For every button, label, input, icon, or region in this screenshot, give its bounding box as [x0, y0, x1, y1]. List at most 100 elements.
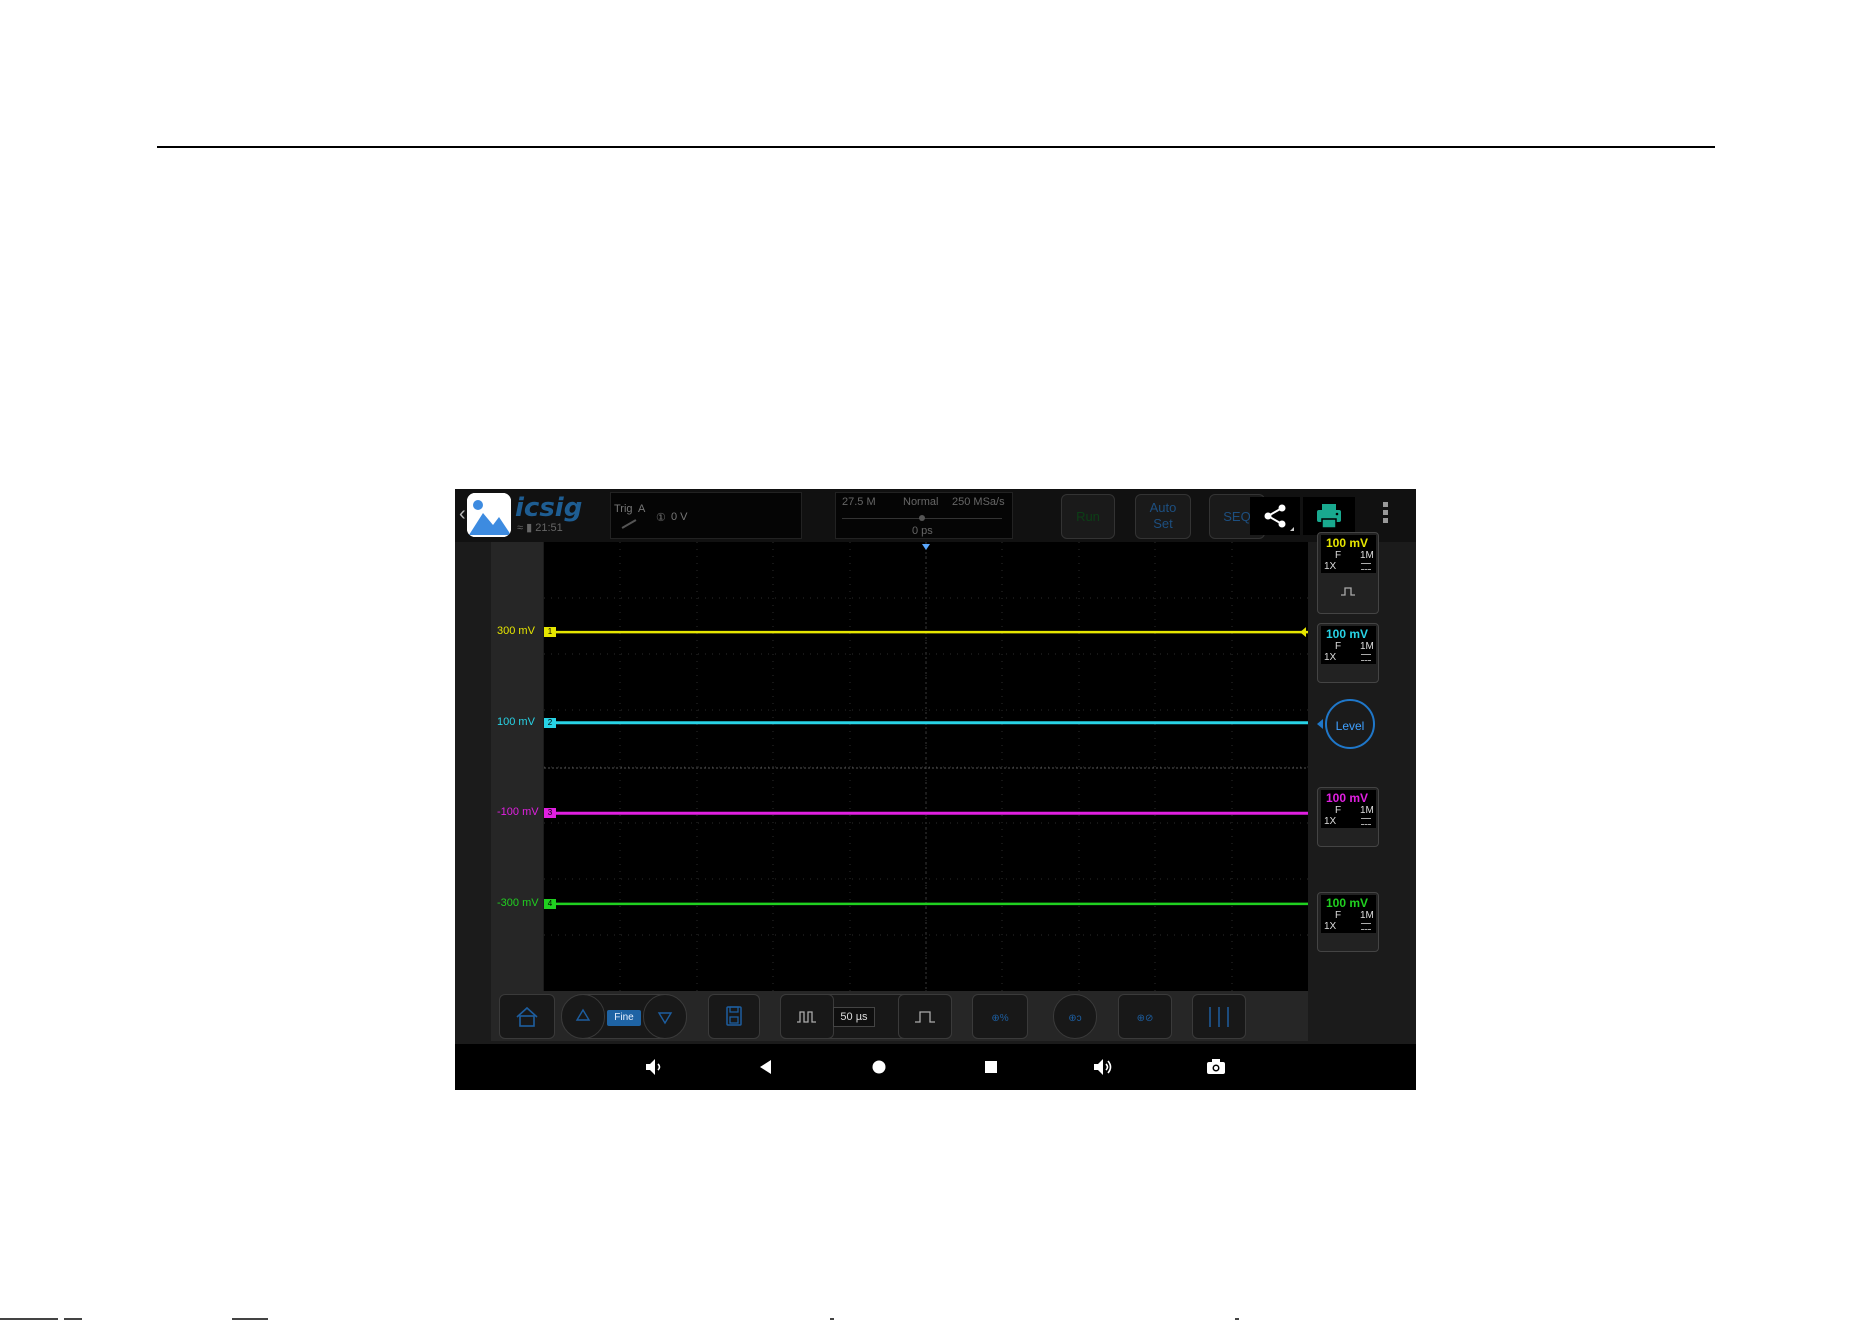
- share-icon: [1264, 504, 1294, 531]
- page-divider-line: [157, 146, 1715, 148]
- app-logo: icsig: [515, 493, 583, 523]
- rising-edge-icon: [621, 519, 637, 529]
- dc-coupling-icon: [1361, 563, 1371, 570]
- channel-2-info: 100 mV F 1M 1X: [1321, 626, 1376, 664]
- wifi-icon: ≈: [517, 522, 524, 534]
- channel-1-scale: 100 mV: [1326, 536, 1369, 550]
- channel-2-scale: 100 mV: [1326, 627, 1369, 641]
- android-navigation-bar: [455, 1044, 1416, 1090]
- trigger-panel[interactable]: Trig A ① 0 V: [610, 492, 802, 539]
- dc-coupling-icon: [1361, 654, 1371, 661]
- footer-marks: [0, 1318, 1872, 1324]
- top-bar: ‹ icsig ≈ ▮ 21:51 Trig A ① 0 V 27.5 M No…: [455, 489, 1416, 542]
- channel-2-probe: 1X: [1324, 652, 1337, 663]
- auto-set-line2: Set: [1153, 516, 1173, 531]
- compressed-pulse-icon: [797, 1011, 816, 1023]
- pulse-trigger-button[interactable]: [1319, 575, 1376, 609]
- channel-2-offset-label: 100 mV: [497, 715, 535, 728]
- auto-set-button[interactable]: Auto Set: [1135, 494, 1191, 539]
- print-button[interactable]: [1303, 497, 1355, 535]
- channel-4-coupling: F: [1335, 910, 1342, 921]
- run-button[interactable]: Run: [1061, 494, 1115, 539]
- math-button[interactable]: ⊕ↄ: [1053, 994, 1097, 1039]
- svg-text:⊕%: ⊕%: [991, 1013, 1008, 1024]
- channel-offset-strip: [491, 542, 543, 1041]
- recents-icon[interactable]: [978, 1054, 1004, 1080]
- channel-4-info: 100 mV F 1M 1X: [1321, 895, 1376, 933]
- acquisition-panel[interactable]: 27.5 M Normal 250 MSa/s 0 ps: [835, 492, 1013, 539]
- right-control-panel: 100 mV F 1M 1X 100 mV F 1M 1X Level 100 …: [1308, 532, 1416, 1041]
- channel-4-offset-label: -300 mV: [497, 896, 539, 909]
- channel-3-info: 100 mV F 1M 1X: [1321, 790, 1376, 828]
- pulse-icon: [1341, 587, 1355, 596]
- channel-1-offset-label: 300 mV: [497, 625, 535, 638]
- timebase-increase-button[interactable]: [898, 994, 952, 1039]
- channel-4-card[interactable]: 100 mV F 1M 1X: [1317, 892, 1379, 952]
- channel-1-card[interactable]: 100 mV F 1M 1X: [1317, 532, 1379, 614]
- measure-button[interactable]: ⊕%: [972, 994, 1028, 1039]
- trigger-channel-marker: [1300, 627, 1306, 638]
- fine-toggle[interactable]: Fine: [607, 1010, 641, 1026]
- channel-3-probe: 1X: [1324, 816, 1337, 827]
- svg-text:⊕⊘: ⊕⊘: [1137, 1013, 1154, 1024]
- save-button[interactable]: [708, 994, 760, 1039]
- channel-1-probe: 1X: [1324, 561, 1337, 572]
- printer-icon: [1317, 504, 1341, 529]
- channel-1-marker[interactable]: 1: [544, 627, 556, 638]
- channel-4-scale: 100 mV: [1326, 896, 1369, 910]
- bottom-toolbar: Fine 50 µs ⊕% ⊕ↄ ⊕⊘: [491, 991, 1308, 1041]
- trigger-channel-icon: ①: [656, 512, 666, 524]
- cursor-lines-icon: [1209, 1007, 1229, 1027]
- status-area: ≈ ▮ 21:51: [517, 521, 563, 534]
- save-icon: [726, 1006, 742, 1026]
- back-chevron-icon[interactable]: ‹: [459, 503, 466, 526]
- screenshot-camera-icon[interactable]: [1203, 1054, 1229, 1080]
- timebase-value: 50 µs: [833, 1007, 875, 1027]
- cursor-button[interactable]: [1192, 994, 1246, 1039]
- reference-button[interactable]: ⊕⊘: [1118, 994, 1172, 1039]
- channel-4-marker[interactable]: 4: [544, 898, 556, 909]
- status-time: 21:51: [535, 522, 563, 534]
- expanded-pulse-icon: [915, 1011, 935, 1023]
- waveform-display[interactable]: [544, 542, 1308, 991]
- adjust-up-button[interactable]: [561, 994, 605, 1039]
- channel-1-impedance: 1M: [1360, 550, 1374, 561]
- auto-set-line1: Auto: [1149, 500, 1177, 515]
- channel-3-offset-label: -100 mV: [497, 806, 539, 819]
- channel-3-card[interactable]: 100 mV F 1M 1X: [1317, 787, 1379, 847]
- up-arrow-icon: [575, 1008, 591, 1021]
- battery-icon: ▮: [526, 522, 533, 534]
- back-icon[interactable]: [753, 1054, 779, 1080]
- share-button[interactable]: [1250, 497, 1300, 535]
- channel-1-info: 100 mV F 1M 1X: [1321, 535, 1376, 573]
- channel-3-coupling: F: [1335, 805, 1342, 816]
- channel-2-card[interactable]: 100 mV F 1M 1X: [1317, 623, 1379, 683]
- fine-adjust-group: Fine: [561, 994, 687, 1039]
- channel-2-marker[interactable]: 2: [544, 717, 556, 728]
- trigger-source: A: [638, 503, 646, 515]
- home-circle-icon[interactable]: [866, 1054, 892, 1080]
- sample-rate: 250 MSa/s: [952, 496, 1005, 508]
- down-arrow-icon: [657, 1012, 673, 1025]
- volume-up-icon[interactable]: [1090, 1054, 1116, 1080]
- volume-down-icon[interactable]: [641, 1054, 667, 1080]
- math-icon: ⊕ↄ: [1068, 1013, 1081, 1024]
- memory-depth: 27.5 M: [842, 496, 876, 508]
- level-knob[interactable]: Level: [1325, 699, 1375, 749]
- channel-3-marker[interactable]: 3: [544, 808, 556, 819]
- reference-icon: ⊕⊘: [1137, 1013, 1154, 1024]
- channel-2-impedance: 1M: [1360, 641, 1374, 652]
- timebase-decrease-button[interactable]: [780, 994, 834, 1039]
- dc-coupling-icon: [1361, 923, 1371, 930]
- timebase-control: 50 µs: [780, 994, 952, 1039]
- channel-4-probe: 1X: [1324, 921, 1337, 932]
- gallery-app-icon[interactable]: [467, 493, 511, 537]
- horizontal-position: 0 ps: [912, 525, 933, 537]
- more-options-icon[interactable]: [1383, 502, 1389, 526]
- channel-2-coupling: F: [1335, 641, 1342, 652]
- home-icon: [516, 1006, 538, 1027]
- level-pointer-icon: [1317, 719, 1323, 729]
- home-button[interactable]: [499, 994, 555, 1039]
- adjust-down-button[interactable]: [643, 994, 687, 1039]
- trigger-level: 0 V: [671, 511, 688, 523]
